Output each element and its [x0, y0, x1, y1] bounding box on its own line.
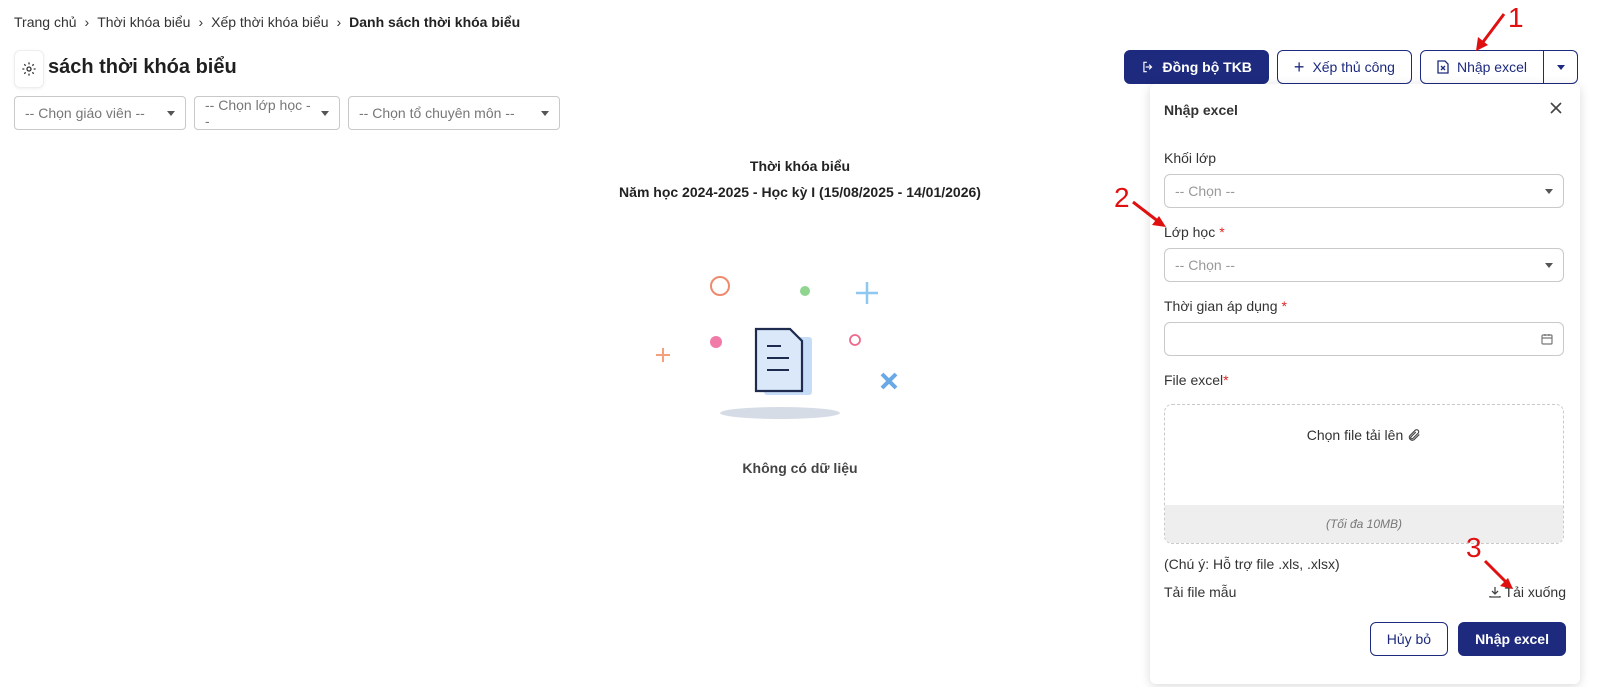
schedule-heading: Thời khóa biểu [749, 158, 851, 174]
caret-down-icon [1556, 64, 1565, 70]
calendar-icon [1541, 334, 1553, 345]
import-excel-split-button: Nhập excel [1419, 50, 1578, 84]
teacher-select-placeholder: -- Chọn giáo viên -- [25, 105, 145, 121]
close-icon [1550, 102, 1562, 114]
teacher-select[interactable]: -- Chọn giáo viên -- [14, 96, 186, 130]
plus-icon: + [1293, 57, 1305, 77]
page-title: nh sách thời khóa biểu [18, 56, 237, 78]
department-select-placeholder: -- Chọn tổ chuyên môn -- [359, 105, 515, 121]
toolbar: Đồng bộ TKB + Xếp thủ công Nhập excel [1123, 50, 1578, 84]
empty-state-illustration [656, 276, 898, 419]
grade-select[interactable]: -- Chọn -- [1164, 174, 1564, 208]
breadcrumb-timetable[interactable]: Thời khóa biểu [97, 14, 190, 30]
caret-down-icon [541, 110, 549, 116]
class-select[interactable]: -- Chọn lớp học -- [194, 96, 340, 130]
annotation-arrow-1 [1476, 13, 1506, 51]
required-mark: * [1281, 298, 1287, 314]
sync-timetable-button[interactable]: Đồng bộ TKB [1123, 50, 1269, 84]
import-excel-button[interactable]: Nhập excel [1419, 50, 1544, 84]
date-label-text: Thời gian áp dụng [1164, 298, 1278, 314]
sync-label: Đồng bộ TKB [1162, 59, 1252, 75]
manual-arrange-button[interactable]: + Xếp thủ công [1276, 50, 1412, 84]
grade-placeholder: -- Chọn -- [1175, 183, 1235, 199]
chevron-right-icon: › [84, 14, 90, 30]
close-button[interactable] [1546, 98, 1566, 118]
annotation-arrow-3 [1483, 559, 1513, 589]
settings-button[interactable] [14, 50, 44, 88]
annotation-number-2: 2 [1114, 182, 1130, 213]
class-label-text: Lớp học [1164, 224, 1216, 240]
class-select-placeholder: -- Chọn lớp học -- [205, 97, 311, 129]
annotation-number-1: 1 [1508, 2, 1524, 33]
chevron-right-icon: › [336, 14, 342, 30]
paperclip-icon [1409, 429, 1420, 441]
class-label: Lớp học * [1164, 224, 1225, 240]
choose-file-button[interactable]: Chọn file tải lên [1165, 427, 1563, 443]
import-dropdown-toggle[interactable] [1544, 50, 1578, 84]
panel-class-select[interactable]: -- Chọn -- [1164, 248, 1564, 282]
filters: -- Chọn giáo viên -- -- Chọn lớp học -- … [14, 96, 560, 130]
required-mark: * [1219, 224, 1225, 240]
grade-label: Khối lớp [1164, 150, 1216, 166]
upload-label: Chọn file tải lên [1306, 427, 1404, 443]
file-excel-icon [1437, 60, 1449, 74]
date-input[interactable] [1164, 322, 1564, 356]
date-label: Thời gian áp dụng * [1164, 298, 1287, 314]
upload-size-hint: (Tối đa 10MB) [1165, 505, 1563, 543]
file-label-text: File excel [1164, 372, 1224, 388]
manual-label: Xếp thủ công [1312, 59, 1395, 75]
submit-import-button[interactable]: Nhập excel [1458, 622, 1566, 656]
file-upload-dropzone[interactable]: Chọn file tải lên (Tối đa 10MB) [1164, 404, 1564, 544]
sign-out-icon [1142, 61, 1152, 73]
import-excel-panel: Nhập excel Khối lớp -- Chọn -- Lớp học * … [1150, 84, 1580, 684]
empty-state-text: Không có dữ liệu [742, 460, 858, 476]
import-label: Nhập excel [1456, 59, 1527, 75]
breadcrumb-arrange[interactable]: Xếp thời khóa biểu [211, 14, 328, 30]
schedule-subheading: Năm học 2024-2025 - Học kỳ I (15/08/2025… [619, 184, 981, 200]
cancel-button[interactable]: Hủy bỏ [1369, 622, 1449, 656]
breadcrumb: Trang chủ › Thời khóa biểu › Xếp thời kh… [14, 14, 520, 30]
annotation-arrow-2 [1132, 200, 1166, 227]
chevron-right-icon: › [198, 14, 204, 30]
panel-actions: Hủy bỏ Nhập excel [1369, 622, 1566, 656]
file-format-note: (Chú ý: Hỗ trợ file .xls, .xlsx) [1164, 556, 1340, 572]
caret-down-icon [1545, 188, 1553, 194]
panel-title: Nhập excel [1164, 102, 1238, 118]
department-select[interactable]: -- Chọn tổ chuyên môn -- [348, 96, 560, 130]
sample-file-label: Tải file mẫu [1164, 584, 1237, 600]
class-placeholder: -- Chọn -- [1175, 257, 1235, 273]
caret-down-icon [321, 110, 329, 116]
caret-down-icon [167, 110, 175, 116]
breadcrumb-current: Danh sách thời khóa biểu [349, 14, 521, 30]
annotation-number-3: 3 [1466, 532, 1482, 563]
gear-icon [22, 62, 36, 76]
required-mark: * [1223, 372, 1229, 388]
file-label: File excel* [1164, 372, 1229, 388]
breadcrumb-home[interactable]: Trang chủ [14, 14, 77, 30]
caret-down-icon [1545, 262, 1553, 268]
